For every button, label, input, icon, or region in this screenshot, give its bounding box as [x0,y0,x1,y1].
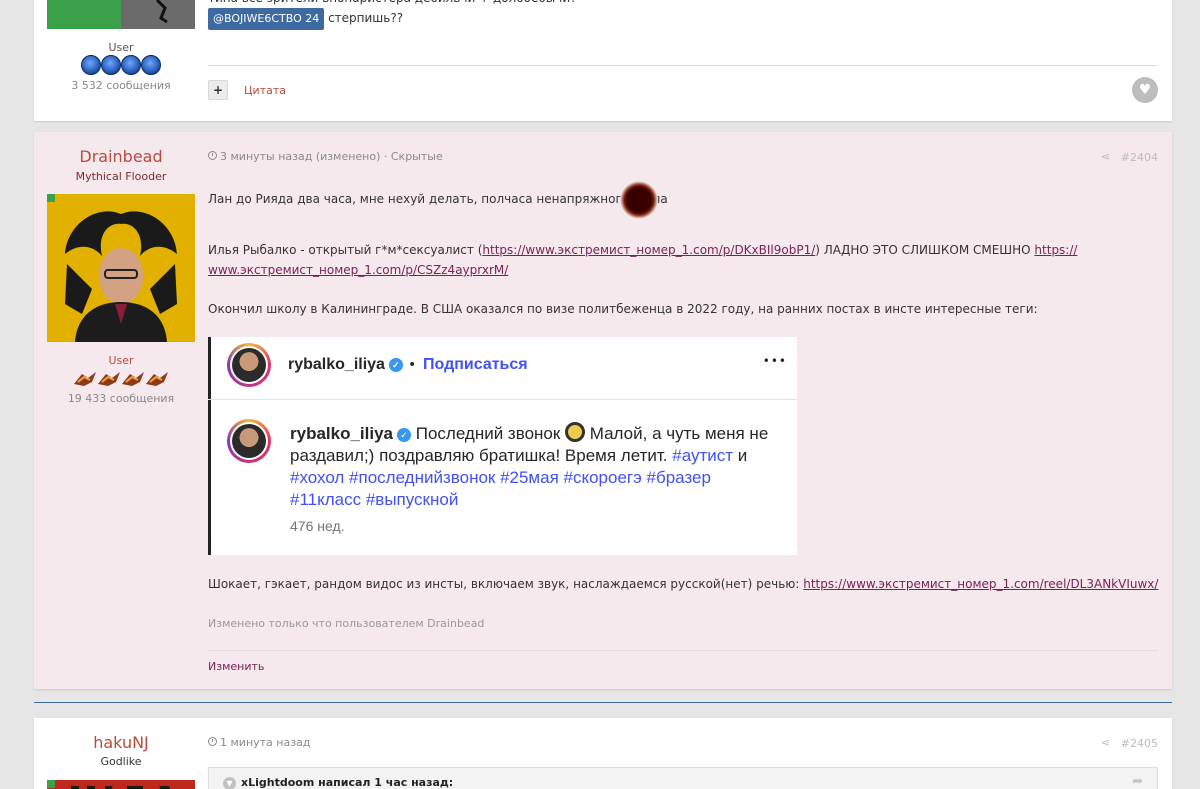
user-group: User [108,41,134,54]
rank-badge-icon [101,55,121,75]
post-number[interactable]: #2404 [1121,151,1158,164]
post-time[interactable]: 1 минута назад [220,736,310,749]
profile-avatar [227,343,271,387]
post-text: ) ЛАДНО ЭТО СЛИШКОМ СМЕШНО [815,243,1035,257]
avatar-image [47,780,171,789]
rank-badge-icon [81,55,101,75]
instagram-embed-image[interactable]: rybalko_iliya ✓ • Подписаться ••• rybalko… [208,337,797,555]
avatar[interactable] [47,780,195,789]
share-icon[interactable]: ⋖ [1101,150,1110,163]
clock-icon [208,151,217,160]
embed-dot: • [408,357,417,373]
clock-icon [208,737,217,746]
post-text-line: Шокает, гэкает, рандом видос из инсты, в… [208,574,1158,594]
post-time[interactable]: 3 минуты назад (изменено) · Скрытые [220,150,443,163]
verified-icon: ✓ [388,357,403,372]
hashtag-link[interactable]: #аутист [672,446,733,465]
post-text-line: Окончил школу в Калининграде. В США оказ… [208,302,1038,316]
subscribe-button[interactable]: Подписаться [423,356,528,374]
rank-badge-icon [141,55,161,75]
post-text: Шокает, гэкает, рандом видос из инсты, в… [208,577,804,591]
user-group: User [108,354,134,367]
quote-block: ▼ xLightdoom написал 1 час назад: ➦ [208,767,1158,789]
post-count: 3 532 сообщения [71,79,171,92]
post-text-line: Илья Рыбалко - открытый г*м*сексуалист (… [208,240,1077,260]
reply-arrow-icon[interactable]: ➦ [1132,774,1143,789]
avatar-image [155,0,168,24]
post-2404: Drainbead Mythical Flooder User 19 433 с… [34,132,1172,689]
post-2405: hakuNJ Godlike 1 минута назад ⋖ #2405 ▼ x… [34,718,1172,789]
embed-header: rybalko_iliya ✓ • Подписаться ••• [208,337,797,400]
post-content: типа все зрители впопаристера дебильчи +… [208,0,1158,121]
post-separator [34,702,1172,703]
author-name[interactable]: hakuNJ [34,733,208,752]
post-content: 1 минута назад ⋖ #2405 ▼ xLightdoom напис… [208,718,1158,789]
post-content: 3 минуты назад (изменено) · Скрытые ⋖ #2… [208,132,1158,689]
divider [208,650,1158,651]
post-text-line: www.экстремист_номер_1.com/p/CSZz4ayprxr… [208,260,508,280]
rank-badge-icon [146,372,168,386]
post-count: 19 433 сообщения [67,392,175,405]
hashtag-links[interactable]: #11класс #выпускной [290,489,780,511]
rank-badge-icon [74,372,96,386]
embed-caption: rybalko_iliya ✓ Последний звонок Малой, а… [290,422,780,511]
post-text-line: Лан до Рияда два часа, мне нехуй делать,… [208,189,668,209]
heart-icon[interactable]: ♥ [1132,77,1158,103]
hashtag-links[interactable]: #хохол #последнийзвонок #25мая #скороегэ… [290,467,780,489]
rank-badge-icon [122,372,144,386]
post-link[interactable]: https://www.экстремист_номер_1.com/p/DKx… [482,243,815,257]
author-name[interactable]: Drainbead [34,147,208,166]
divider [208,65,1158,66]
rank-badges [34,55,208,78]
post-text: Илья Рыбалко - открытый г*м*сексуалист ( [208,243,483,257]
mention-tail: стерпишь?? [328,11,404,25]
quote-header: ▼ xLightdoom написал 1 час назад: [223,776,453,789]
avatar-image [47,194,195,342]
edit-button[interactable]: Изменить [208,660,264,673]
share-icon[interactable]: ⋖ [1101,736,1110,749]
multiquote-button[interactable]: + [208,80,228,100]
avatar[interactable] [47,0,195,29]
quote-button[interactable]: Цитата [244,84,286,97]
rank-badges [34,370,208,391]
post-meta: 1 минута назад [208,736,310,749]
verified-icon: ✓ [397,427,412,442]
user-rank: Godlike [100,755,142,768]
post-meta: 3 минуты назад (изменено) · Скрытые [208,150,443,163]
embed-username: rybalko_iliya ✓ [288,356,403,374]
more-options-icon[interactable]: ••• [763,354,787,368]
avatar[interactable] [47,194,195,342]
user-mention[interactable]: @BOJIWE6CTBO 24 [208,8,325,30]
rank-badge-icon [121,55,141,75]
emoji-icon [565,422,586,442]
post-link[interactable]: https://www.экстремист_номер_1.com/reel/… [803,577,1158,591]
caption-avatar [227,419,271,463]
emoji-image [620,181,658,219]
post-text-line: @BOJIWE6CTBO 24 стерпишь?? [208,8,403,30]
embed-age: 476 нед. [290,518,345,534]
post-text: Лан до Рияда два часа, мне нехуй делать,… [208,192,668,206]
post-number[interactable]: #2405 [1121,737,1158,750]
chevron-down-icon[interactable]: ▼ [223,777,236,789]
edited-note: Изменено только что пользователем Drainb… [208,617,485,630]
post-text-line: типа все зрители впопаристера дебильчи +… [208,0,577,8]
post-previous: User 3 532 сообщения типа все зрители вп… [34,0,1172,121]
rank-badge-icon [98,372,120,386]
user-rank: Mythical Flooder [75,170,167,183]
post-link[interactable]: https:// [1034,243,1077,257]
post-link[interactable]: www.экстремист_номер_1.com/p/CSZz4ayprxr… [208,263,508,277]
